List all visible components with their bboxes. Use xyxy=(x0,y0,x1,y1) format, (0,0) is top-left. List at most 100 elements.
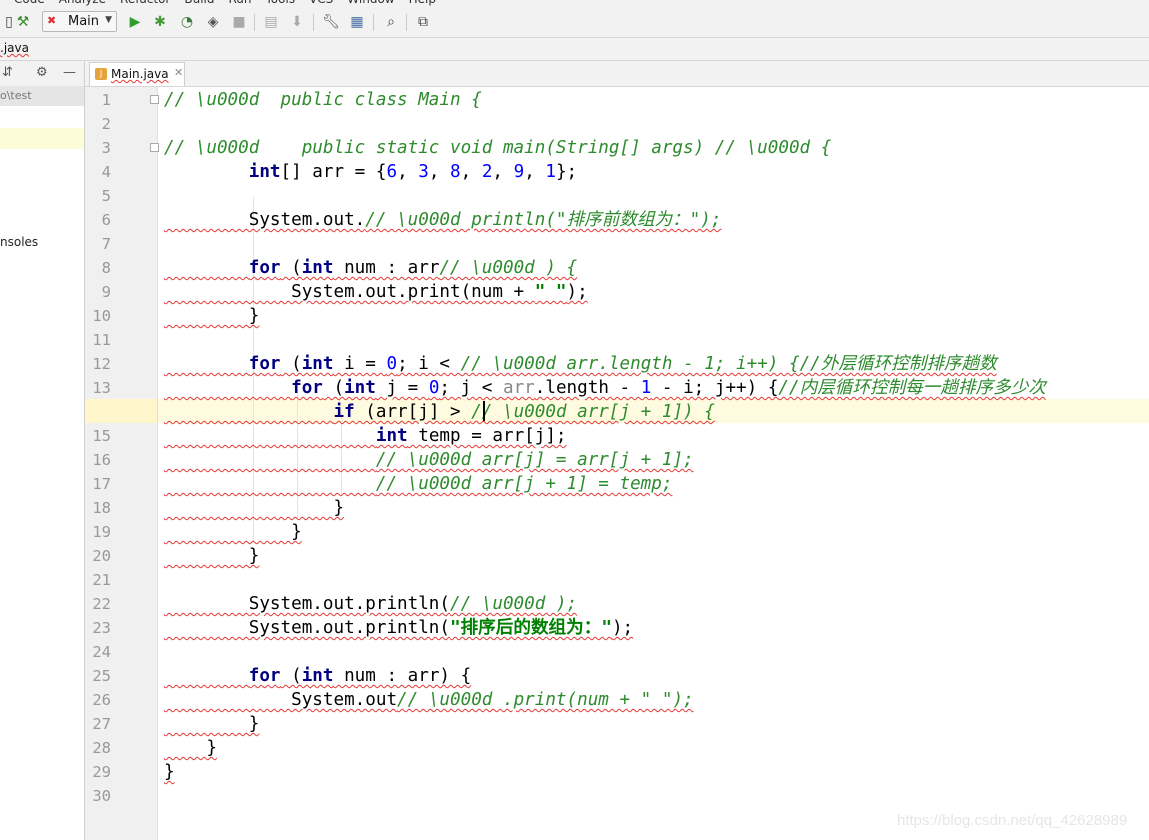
code-line: // \u000d arr[j] = arr[j + 1]; xyxy=(164,448,694,472)
code-line-error-text: } xyxy=(164,714,260,734)
line-number: 28 xyxy=(92,739,111,757)
close-icon[interactable]: ✕ xyxy=(174,66,183,79)
code-token: 6 xyxy=(386,162,398,182)
code-token: // \u000d arr[j + 1]) { xyxy=(471,402,715,422)
code-line: System.out.println("排序后的数组为："); xyxy=(164,616,633,640)
code-token: 0 xyxy=(386,354,398,374)
code-line-error-text: } xyxy=(164,762,175,782)
sdk-icon[interactable]: ⧉ xyxy=(414,13,432,31)
code-token: for xyxy=(248,666,281,686)
code-token: System.out. xyxy=(164,210,366,230)
line-number: 15 xyxy=(92,427,111,445)
code-token: ( xyxy=(280,354,302,374)
main-toolbar: ▯ ⚒ ✖ Main ▼ ▶ ✱ ◔ ◈ ■ ▤ ⬇ 🔧︎ ▦ ⌕ ⧉ xyxy=(0,6,1149,38)
code-editor[interactable]: 1234567891011121314151617181920212223242… xyxy=(85,87,1149,840)
line-number: 7 xyxy=(101,235,111,253)
profile-icon[interactable]: ◈ xyxy=(204,13,222,31)
code-token: } xyxy=(164,546,260,566)
breadcrumb-file[interactable]: .java xyxy=(0,41,29,55)
code-line-error-text: // \u000d arr[j] = arr[j + 1]; xyxy=(164,450,694,470)
vcs-update-icon[interactable]: ▤ xyxy=(262,13,280,31)
code-token: num : arr) { xyxy=(333,666,472,686)
fold-marker-icon[interactable] xyxy=(150,95,159,104)
coverage-icon[interactable]: ◔ xyxy=(178,13,196,31)
watermark-text: https://blog.csdn.net/qq_42628989 xyxy=(897,812,1128,829)
code-token: 0 xyxy=(428,378,440,398)
code-line: for (int i = 0; i < // \u000d arr.length… xyxy=(164,352,997,376)
settings-wrench-icon[interactable]: 🔧︎ xyxy=(322,13,340,31)
code-token: "排序后的数组为：" xyxy=(450,618,612,638)
code-token: i = xyxy=(333,354,387,374)
code-line-error-text: } xyxy=(164,306,260,326)
code-line-text: // \u000d public class Main { xyxy=(164,90,482,110)
line-number: 2 xyxy=(101,115,111,133)
code-line: } xyxy=(164,760,175,784)
code-token: ; j < xyxy=(439,378,503,398)
hide-panel-icon[interactable]: — xyxy=(63,65,76,80)
code-line-error-text: System.out.println("排序后的数组为："); xyxy=(164,618,633,638)
code-line-error-text: // \u000d arr[j + 1] = temp; xyxy=(164,474,673,494)
project-panel-header: ⇵ ⚙ — xyxy=(0,61,84,87)
code-token: int xyxy=(344,378,376,398)
code-line: System.out.// \u000d println("排序前数组为："); xyxy=(164,208,722,232)
code-line-error-text: System.out.print(num + " "); xyxy=(164,282,588,302)
code-token: if xyxy=(333,402,355,422)
run-configuration-label: Main xyxy=(68,14,100,29)
code-token: // \u000d .print(num + " "); xyxy=(397,690,694,710)
code-token: // \u000d arr[j] = arr[j + 1]; xyxy=(375,450,694,470)
code-token: // \u000d println("排序前数组为："); xyxy=(365,210,722,230)
debug-icon[interactable]: ✱ xyxy=(151,13,169,31)
code-token: }; xyxy=(555,162,578,182)
project-structure-icon[interactable]: ▦ xyxy=(348,13,366,31)
code-token: " " xyxy=(534,282,567,302)
code-token: int xyxy=(375,426,408,446)
line-number: 23 xyxy=(92,619,111,637)
code-line: // \u000d arr[j + 1] = temp; xyxy=(164,472,673,496)
line-number: 22 xyxy=(92,595,111,613)
build-hammer-icon[interactable]: ⚒ xyxy=(14,13,32,31)
stop-icon[interactable]: ■ xyxy=(230,13,248,31)
code-token: int xyxy=(301,258,334,278)
code-line: } xyxy=(164,544,260,568)
code-line-error-text: for (int num : arr// \u000d ) { xyxy=(164,258,577,278)
code-token: (arr[j] > xyxy=(354,402,472,422)
project-tree-root[interactable]: o\test xyxy=(0,86,84,106)
code-token: System.out.println( xyxy=(164,594,450,614)
line-number: 3 xyxy=(101,139,111,157)
java-file-icon: J xyxy=(95,68,107,80)
code-line-error-text: } xyxy=(164,546,260,566)
collapse-all-icon[interactable]: ⇵ xyxy=(2,65,13,80)
line-number: 9 xyxy=(101,283,111,301)
toolbar-separator xyxy=(373,14,374,31)
code-token: .length - xyxy=(534,378,641,398)
code-line: // \u000d public static void main(String… xyxy=(164,136,831,160)
code-line-error-text: System.out// \u000d .print(num + " "); xyxy=(164,690,694,710)
run-icon[interactable]: ▶ xyxy=(126,13,144,31)
code-token: System.out xyxy=(164,690,398,710)
line-number: 29 xyxy=(92,763,111,781)
text-caret xyxy=(483,401,485,421)
code-line: } xyxy=(164,496,344,520)
toolbar-separator xyxy=(254,14,255,31)
tab-main-java[interactable]: J Main.java ✕ xyxy=(89,62,185,86)
line-number: 10 xyxy=(92,307,111,325)
code-line-error-text: System.out.// \u000d println("排序前数组为："); xyxy=(164,210,722,230)
scratches-consoles-item[interactable]: nsoles xyxy=(0,235,38,249)
search-icon[interactable]: ⌕ xyxy=(382,13,400,31)
project-tree-selected-item[interactable] xyxy=(0,128,84,149)
line-number: 4 xyxy=(101,163,111,181)
line-number: 24 xyxy=(92,643,111,661)
code-token: // \u000d arr[j + 1] = temp; xyxy=(375,474,673,494)
code-token: for xyxy=(248,354,281,374)
gear-icon[interactable]: ⚙ xyxy=(36,65,48,80)
fold-marker-icon[interactable] xyxy=(150,143,159,152)
run-configuration-select[interactable]: ✖ Main ▼ xyxy=(42,11,117,32)
line-number: 8 xyxy=(101,259,111,277)
code-line: if (arr[j] > // \u000d arr[j + 1]) { xyxy=(164,400,715,424)
toolbar-separator xyxy=(406,14,407,31)
code-line-error-text: if (arr[j] > // \u000d arr[j + 1]) { xyxy=(164,402,715,422)
vcs-commit-icon[interactable]: ⬇ xyxy=(288,13,306,31)
code-line: } xyxy=(164,304,260,328)
